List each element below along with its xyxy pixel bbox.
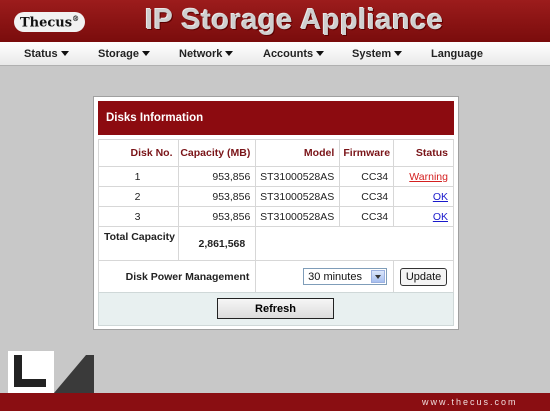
- table-row: 1 953,856 ST31000528AS CC34 Warning: [98, 166, 454, 187]
- nav-system-label: System: [352, 47, 392, 60]
- status-cell: OK: [393, 186, 454, 207]
- app-title: IP Storage Appliance: [145, 4, 444, 36]
- disk-number: 3: [98, 206, 179, 227]
- nav-system[interactable]: System: [352, 47, 403, 60]
- site-url: www.thecus.com: [422, 397, 518, 407]
- corner-logo-mark: [8, 351, 94, 393]
- disk-firmware: CC34: [339, 186, 395, 207]
- power-mgmt-label: Disk Power Management: [97, 260, 257, 293]
- chevron-down-icon[interactable]: [371, 270, 386, 283]
- status-cell: OK: [393, 206, 454, 227]
- power-timeout-value: 30 minutes: [308, 270, 362, 283]
- status-ok-link[interactable]: OK: [433, 211, 448, 223]
- disk-number: 2: [98, 186, 179, 207]
- caret-down-icon: [225, 51, 234, 56]
- panel-title: Disks Information: [98, 101, 454, 135]
- col-model: Model: [255, 139, 341, 167]
- col-capacity: Capacity (MB): [177, 139, 257, 167]
- status-ok-link[interactable]: OK: [433, 191, 448, 203]
- caret-down-icon: [394, 51, 403, 56]
- col-disk-no: Disk No.: [98, 139, 179, 167]
- nav-language[interactable]: Language: [431, 48, 483, 60]
- nav-status-label: Status: [24, 47, 58, 60]
- main-nav: Status Storage Network Accounts System L…: [0, 42, 550, 66]
- update-button[interactable]: Update: [399, 267, 448, 286]
- disk-model: ST31000528AS: [255, 206, 341, 227]
- app-header: Thecus® IP Storage Appliance: [0, 0, 550, 42]
- col-firmware: Firmware: [339, 139, 395, 167]
- caret-down-icon: [316, 51, 325, 56]
- total-capacity-value: 2,861,568: [177, 226, 257, 261]
- disks-panel: Disks Information Disk No. Capacity (MB)…: [93, 96, 459, 330]
- refresh-button[interactable]: Refresh: [217, 298, 334, 319]
- thecus-logo: Thecus®: [14, 12, 86, 33]
- disk-capacity: 953,856: [177, 206, 257, 227]
- disk-model: ST31000528AS: [255, 166, 341, 187]
- nav-storage[interactable]: Storage: [98, 48, 150, 60]
- power-select-cell: 30 minutes: [255, 260, 395, 293]
- disk-capacity: 953,856: [177, 166, 257, 187]
- nav-network-label: Network: [179, 47, 223, 60]
- nav-accounts[interactable]: Accounts: [263, 47, 325, 60]
- nav-network[interactable]: Network: [179, 47, 234, 60]
- power-row: Disk Power Management 30 minutes Update: [97, 260, 454, 293]
- caret-down-icon: [60, 51, 69, 56]
- table-row: 2 953,856 ST31000528AS CC34 OK: [98, 186, 454, 207]
- brand-name: Thecus: [20, 15, 73, 31]
- power-timeout-select[interactable]: 30 minutes: [303, 268, 388, 285]
- disks-table: Disk No. Capacity (MB) Model Firmware St…: [97, 139, 454, 293]
- nav-language-label: Language: [431, 47, 483, 60]
- nav-accounts-label: Accounts: [263, 47, 314, 60]
- caret-down-icon: [141, 51, 150, 56]
- disk-firmware: CC34: [339, 166, 395, 187]
- total-row: Total Capacity 2,861,568: [98, 226, 454, 261]
- status-cell: Warning: [393, 166, 454, 187]
- table-row: 3 953,856 ST31000528AS CC34 OK: [98, 206, 454, 227]
- col-status: Status: [393, 139, 454, 167]
- disk-firmware: CC34: [339, 206, 395, 227]
- update-cell: Update: [393, 260, 454, 293]
- nav-status[interactable]: Status: [24, 48, 69, 60]
- total-empty: [255, 226, 454, 261]
- disk-capacity: 953,856: [177, 186, 257, 207]
- disk-model: ST31000528AS: [255, 186, 341, 207]
- nav-storage-label: Storage: [98, 47, 139, 60]
- total-capacity-label: Total Capacity: [98, 226, 179, 261]
- status-warning-link[interactable]: Warning: [409, 171, 448, 183]
- disk-number: 1: [98, 166, 179, 187]
- table-header-row: Disk No. Capacity (MB) Model Firmware St…: [98, 139, 454, 167]
